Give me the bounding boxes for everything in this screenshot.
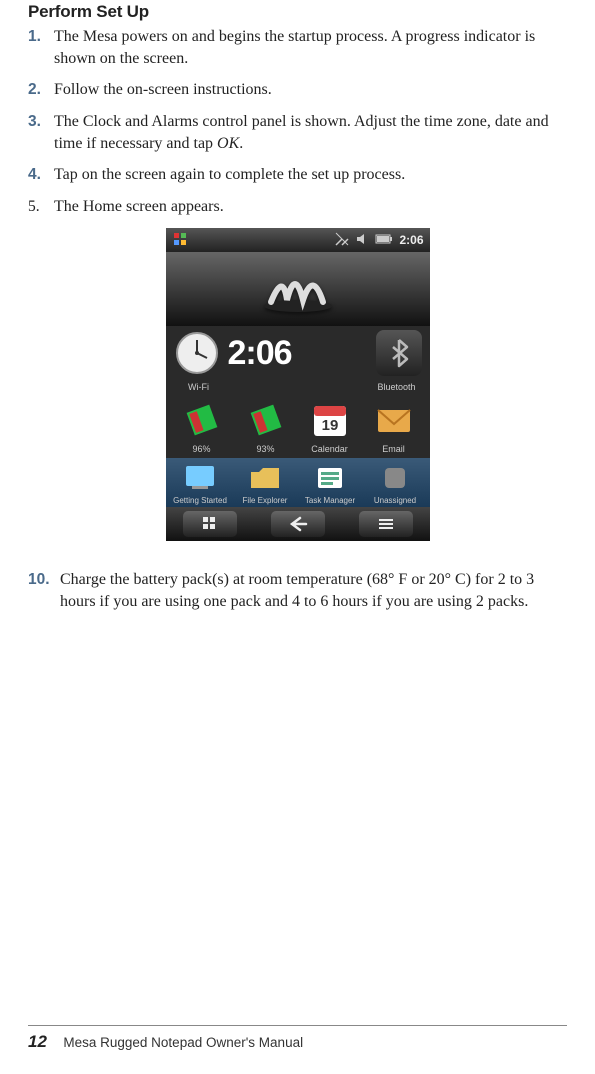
step-3: 3. The Clock and Alarms control panel is… — [28, 111, 567, 154]
signal-icon — [335, 232, 349, 249]
status-bar: 2:06 — [166, 228, 430, 252]
dock-label: Task Manager — [302, 496, 358, 505]
volume-icon — [355, 232, 369, 249]
step-text: The Mesa powers on and begins the startu… — [54, 26, 567, 69]
wifi-label: Wi-Fi — [172, 382, 226, 392]
nav-bar — [166, 507, 430, 541]
menu-icon — [377, 517, 395, 531]
page-footer: 12 Mesa Rugged Notepad Owner's Manual — [28, 1025, 567, 1052]
analog-clock-icon — [174, 330, 220, 376]
home-screen-figure: 2:06 2:06 Wi-Fi Blue — [28, 228, 567, 541]
email-app: Email — [366, 398, 422, 454]
battery-app-2: 93% — [238, 398, 294, 454]
start-icon — [172, 231, 190, 249]
dock: Getting Started File Explorer Task Manag… — [166, 458, 430, 507]
dock-task-manager: Task Manager — [302, 462, 358, 505]
bluetooth-label: Bluetooth — [370, 382, 424, 392]
step-number: 3. — [28, 111, 54, 133]
calendar-app: 19 Calendar — [302, 398, 358, 454]
bluetooth-icon — [387, 338, 411, 368]
dock-getting-started: Getting Started — [172, 462, 228, 505]
dock-file-explorer: File Explorer — [237, 462, 293, 505]
step-text: The Clock and Alarms control panel is sh… — [54, 111, 567, 154]
dock-label: Unassigned — [367, 496, 423, 505]
back-arrow-icon — [288, 516, 308, 532]
step-2: 2. Follow the on-screen instructions. — [28, 79, 567, 101]
app-row: 96% 93% 19 Calendar — [166, 396, 430, 454]
phone-screenshot: 2:06 2:06 Wi-Fi Blue — [166, 228, 430, 541]
status-time: 2:06 — [399, 233, 423, 247]
step-text: Tap on the screen again to complete the … — [54, 164, 567, 186]
step-number: 1. — [28, 26, 54, 48]
dock-unassigned: Unassigned — [367, 462, 423, 505]
step-10: 10. Charge the battery pack(s) at room t… — [28, 569, 567, 612]
step-4: 4. Tap on the screen again to complete t… — [28, 164, 567, 186]
email-label: Email — [366, 444, 422, 454]
bluetooth-tile — [376, 330, 422, 376]
windows-icon — [201, 515, 219, 533]
step-number: 5. — [28, 196, 54, 218]
clock-row: 2:06 — [166, 326, 430, 382]
nav-start-button — [183, 511, 237, 537]
steps-list: 1. The Mesa powers on and begins the sta… — [28, 26, 567, 218]
step-1: 1. The Mesa powers on and begins the sta… — [28, 26, 567, 69]
unassigned-icon — [375, 462, 415, 494]
dock-label: File Explorer — [237, 496, 293, 505]
file-explorer-icon — [245, 462, 285, 494]
battery-app-2-label: 93% — [238, 444, 294, 454]
doc-title: Mesa Rugged Notepad Owner's Manual — [63, 1035, 303, 1050]
section-heading: Perform Set Up — [28, 2, 567, 22]
step-number: 2. — [28, 79, 54, 101]
step-5: 5. The Home screen appears. — [28, 196, 567, 218]
calendar-icon: 19 — [308, 398, 352, 442]
digital-clock: 2:06 — [228, 334, 292, 373]
mesa-logo-icon — [253, 262, 343, 316]
step-text: The Home screen appears. — [54, 196, 567, 218]
svg-text:19: 19 — [321, 417, 338, 434]
hero-logo-area — [166, 252, 430, 326]
step-text: Follow the on-screen instructions. — [54, 79, 567, 101]
battery-status-icon — [375, 233, 393, 248]
step-text: Charge the battery pack(s) at room tempe… — [60, 569, 567, 612]
nav-menu-button — [359, 511, 413, 537]
battery-red-icon — [180, 398, 224, 442]
page-number: 12 — [28, 1032, 47, 1051]
step-number: 4. — [28, 164, 54, 186]
nav-back-button — [271, 511, 325, 537]
calendar-label: Calendar — [302, 444, 358, 454]
battery-green-icon — [244, 398, 288, 442]
task-manager-icon — [310, 462, 350, 494]
dock-label: Getting Started — [172, 496, 228, 505]
getting-started-icon — [180, 462, 220, 494]
email-icon — [372, 398, 416, 442]
step-number: 10. — [28, 569, 60, 591]
battery-app-1: 96% — [174, 398, 230, 454]
battery-app-1-label: 96% — [174, 444, 230, 454]
